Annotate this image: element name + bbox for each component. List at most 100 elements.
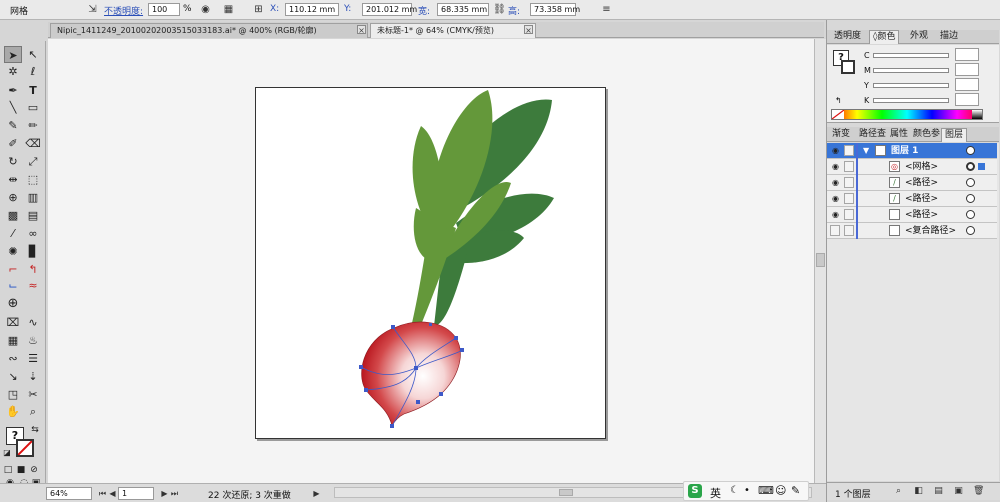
last-page-icon[interactable]: ⏭ [168, 487, 181, 500]
twirl-tool-icon[interactable]: ∾ [4, 350, 22, 367]
radish-artwork[interactable] [256, 88, 607, 440]
tab-color[interactable]: ◊颜色 [869, 30, 900, 44]
black-white-swatch[interactable] [972, 110, 982, 119]
target-icon[interactable] [966, 194, 975, 203]
tab-attributes[interactable]: 属性 [887, 128, 911, 142]
eyedropper-icon[interactable]: ↘ [4, 368, 22, 385]
shape-builder-tool-icon[interactable]: ⊕ [4, 189, 22, 206]
paintbrush-tool-icon[interactable]: ✎ [4, 117, 22, 134]
keyboard-icon[interactable]: ⌨ [758, 484, 774, 497]
visibility-eye-icon[interactable]: ◉ [830, 162, 841, 172]
crosshair-tool-icon[interactable]: ⊕ [4, 295, 22, 312]
measure-tool-icon[interactable]: ⇣ [24, 368, 42, 385]
blend-tool-icon[interactable]: ∞ [24, 225, 42, 242]
visibility-toggle[interactable] [830, 225, 840, 236]
eyedropper-tool-icon[interactable]: ⁄ [4, 225, 22, 242]
scrollbar-thumb[interactable] [816, 253, 825, 267]
lock-toggle[interactable] [844, 193, 854, 204]
new-sublayer-icon[interactable]: ▤ [933, 486, 944, 497]
options-icon[interactable]: ≡ [600, 3, 613, 16]
moon-icon[interactable]: ☾ [730, 485, 739, 496]
status-menu-icon[interactable]: ▶ [310, 487, 323, 500]
canvas-area[interactable] [48, 39, 814, 483]
width-tool-icon[interactable]: ⇹ [4, 171, 22, 188]
ime-logo-icon[interactable]: S [688, 484, 702, 498]
column-graph-tool-icon[interactable]: ▊ [24, 243, 42, 260]
channel-y-slider[interactable] [873, 83, 949, 88]
slice-tool-icon[interactable]: ◳ [4, 386, 22, 403]
y-input[interactable]: 201.012 mm [362, 3, 417, 16]
rotate-tool-icon[interactable]: ↻ [4, 153, 22, 170]
stroke-color-swatch[interactable] [841, 60, 855, 74]
height-input[interactable]: 73.358 mm [530, 3, 580, 16]
link-icon[interactable]: ⛓ [493, 3, 506, 16]
x-input[interactable]: 110.12 mm [285, 3, 339, 16]
tab-untitled-document[interactable]: 未标题-1* @ 64% (CMYK/预览) × [370, 23, 536, 38]
type-tool-icon[interactable]: T [24, 82, 42, 99]
channel-m-input[interactable] [955, 63, 979, 76]
vertical-scrollbar[interactable] [814, 39, 826, 483]
tab-stroke[interactable]: 描边 [937, 30, 961, 44]
punctuation-icon[interactable]: • [744, 485, 750, 496]
path-join-icon[interactable]: ⌙ [4, 277, 22, 294]
stroke-swatch[interactable] [16, 439, 34, 457]
anchor-convert-icon[interactable]: ↰ [24, 261, 42, 278]
path-smooth-icon[interactable]: ≈ [24, 277, 42, 294]
none-mode-icon[interactable]: ⊘ [28, 464, 40, 476]
blob-brush-tool-icon[interactable]: ✐ [4, 135, 22, 152]
gradient-mode-icon[interactable]: ■ [15, 464, 27, 476]
visibility-eye-icon[interactable]: ◉ [830, 194, 841, 204]
zoom-select[interactable]: 64% [46, 487, 92, 500]
lock-toggle[interactable] [844, 209, 854, 220]
eraser-tool-icon[interactable]: ⌫ [24, 135, 42, 152]
scissors-tool-icon[interactable]: ✂ [24, 386, 42, 403]
channel-k-slider[interactable] [873, 98, 949, 103]
close-icon[interactable]: × [357, 25, 366, 35]
artboard-tool-icon[interactable]: ⌧ [4, 314, 22, 331]
transform-icon[interactable]: ⇲ [86, 3, 99, 16]
direct-selection-tool-icon[interactable]: ↖ [24, 46, 42, 63]
anchor-add-icon[interactable]: ⌐ [4, 261, 22, 278]
ime-toolbar[interactable]: S 英 ☾ • ⌨ ☺ ✎ [683, 481, 809, 501]
list-tool-icon[interactable]: ☰ [24, 350, 42, 367]
lock-toggle[interactable] [844, 177, 854, 188]
color-mode-icon[interactable]: □ [2, 464, 14, 476]
reference-point-icon[interactable]: ⊞ [252, 3, 265, 16]
layer-item-row[interactable]: ◉ / <路径> [827, 191, 997, 207]
tab-pathfinder[interactable]: 路径查 [856, 128, 889, 142]
channel-k-input[interactable] [955, 93, 979, 106]
close-icon[interactable]: × [524, 25, 533, 35]
target-icon[interactable] [966, 178, 975, 187]
channel-y-input[interactable] [955, 78, 979, 91]
perspective-grid-tool-icon[interactable]: ▥ [24, 189, 42, 206]
rectangle-tool-icon[interactable]: ▭ [24, 99, 42, 116]
lock-toggle[interactable] [844, 145, 854, 156]
target-icon[interactable] [966, 146, 975, 155]
selection-tool-icon[interactable]: ➤ [4, 46, 22, 63]
page-select[interactable]: 1 [118, 487, 154, 500]
target-icon[interactable] [966, 210, 975, 219]
user-icon[interactable]: ☺ [775, 484, 786, 497]
warp-tool-icon[interactable]: ∿ [24, 314, 42, 331]
new-layer-icon[interactable]: ▣ [953, 486, 964, 497]
wrench-icon[interactable]: ✎ [791, 484, 800, 497]
visibility-eye-icon[interactable]: ◉ [830, 178, 841, 188]
lock-toggle[interactable] [844, 225, 854, 236]
channel-c-slider[interactable] [873, 53, 949, 58]
layer-item-row[interactable]: <复合路径> [827, 223, 997, 239]
channel-m-slider[interactable] [873, 68, 949, 73]
pen-tool-icon[interactable]: ✒ [4, 82, 22, 99]
zoom-tool-icon[interactable]: ⌕ [24, 403, 42, 420]
tab-gradient[interactable]: 渐变 [829, 128, 853, 142]
symbol-sprayer-tool-icon[interactable]: ✺ [4, 243, 22, 260]
layer-item-row[interactable]: ◉ / <路径> [827, 175, 997, 191]
tab-nipic-document[interactable]: Nipic_1411249_20100202003515033183.ai* @… [50, 23, 368, 38]
lock-toggle[interactable] [844, 161, 854, 172]
tab-appearance[interactable]: 外观 [907, 30, 931, 44]
align-grid-icon[interactable]: ▦ [222, 3, 235, 16]
tab-layers[interactable]: 图层 [941, 128, 968, 142]
locate-object-icon[interactable]: ⌕ [893, 486, 904, 497]
layer-item-row[interactable]: ◉ ◎ <网格> [827, 159, 997, 175]
expand-triangle-icon[interactable]: ▼ [863, 146, 869, 155]
layer-item-row[interactable]: ◉ <路径> [827, 207, 997, 223]
